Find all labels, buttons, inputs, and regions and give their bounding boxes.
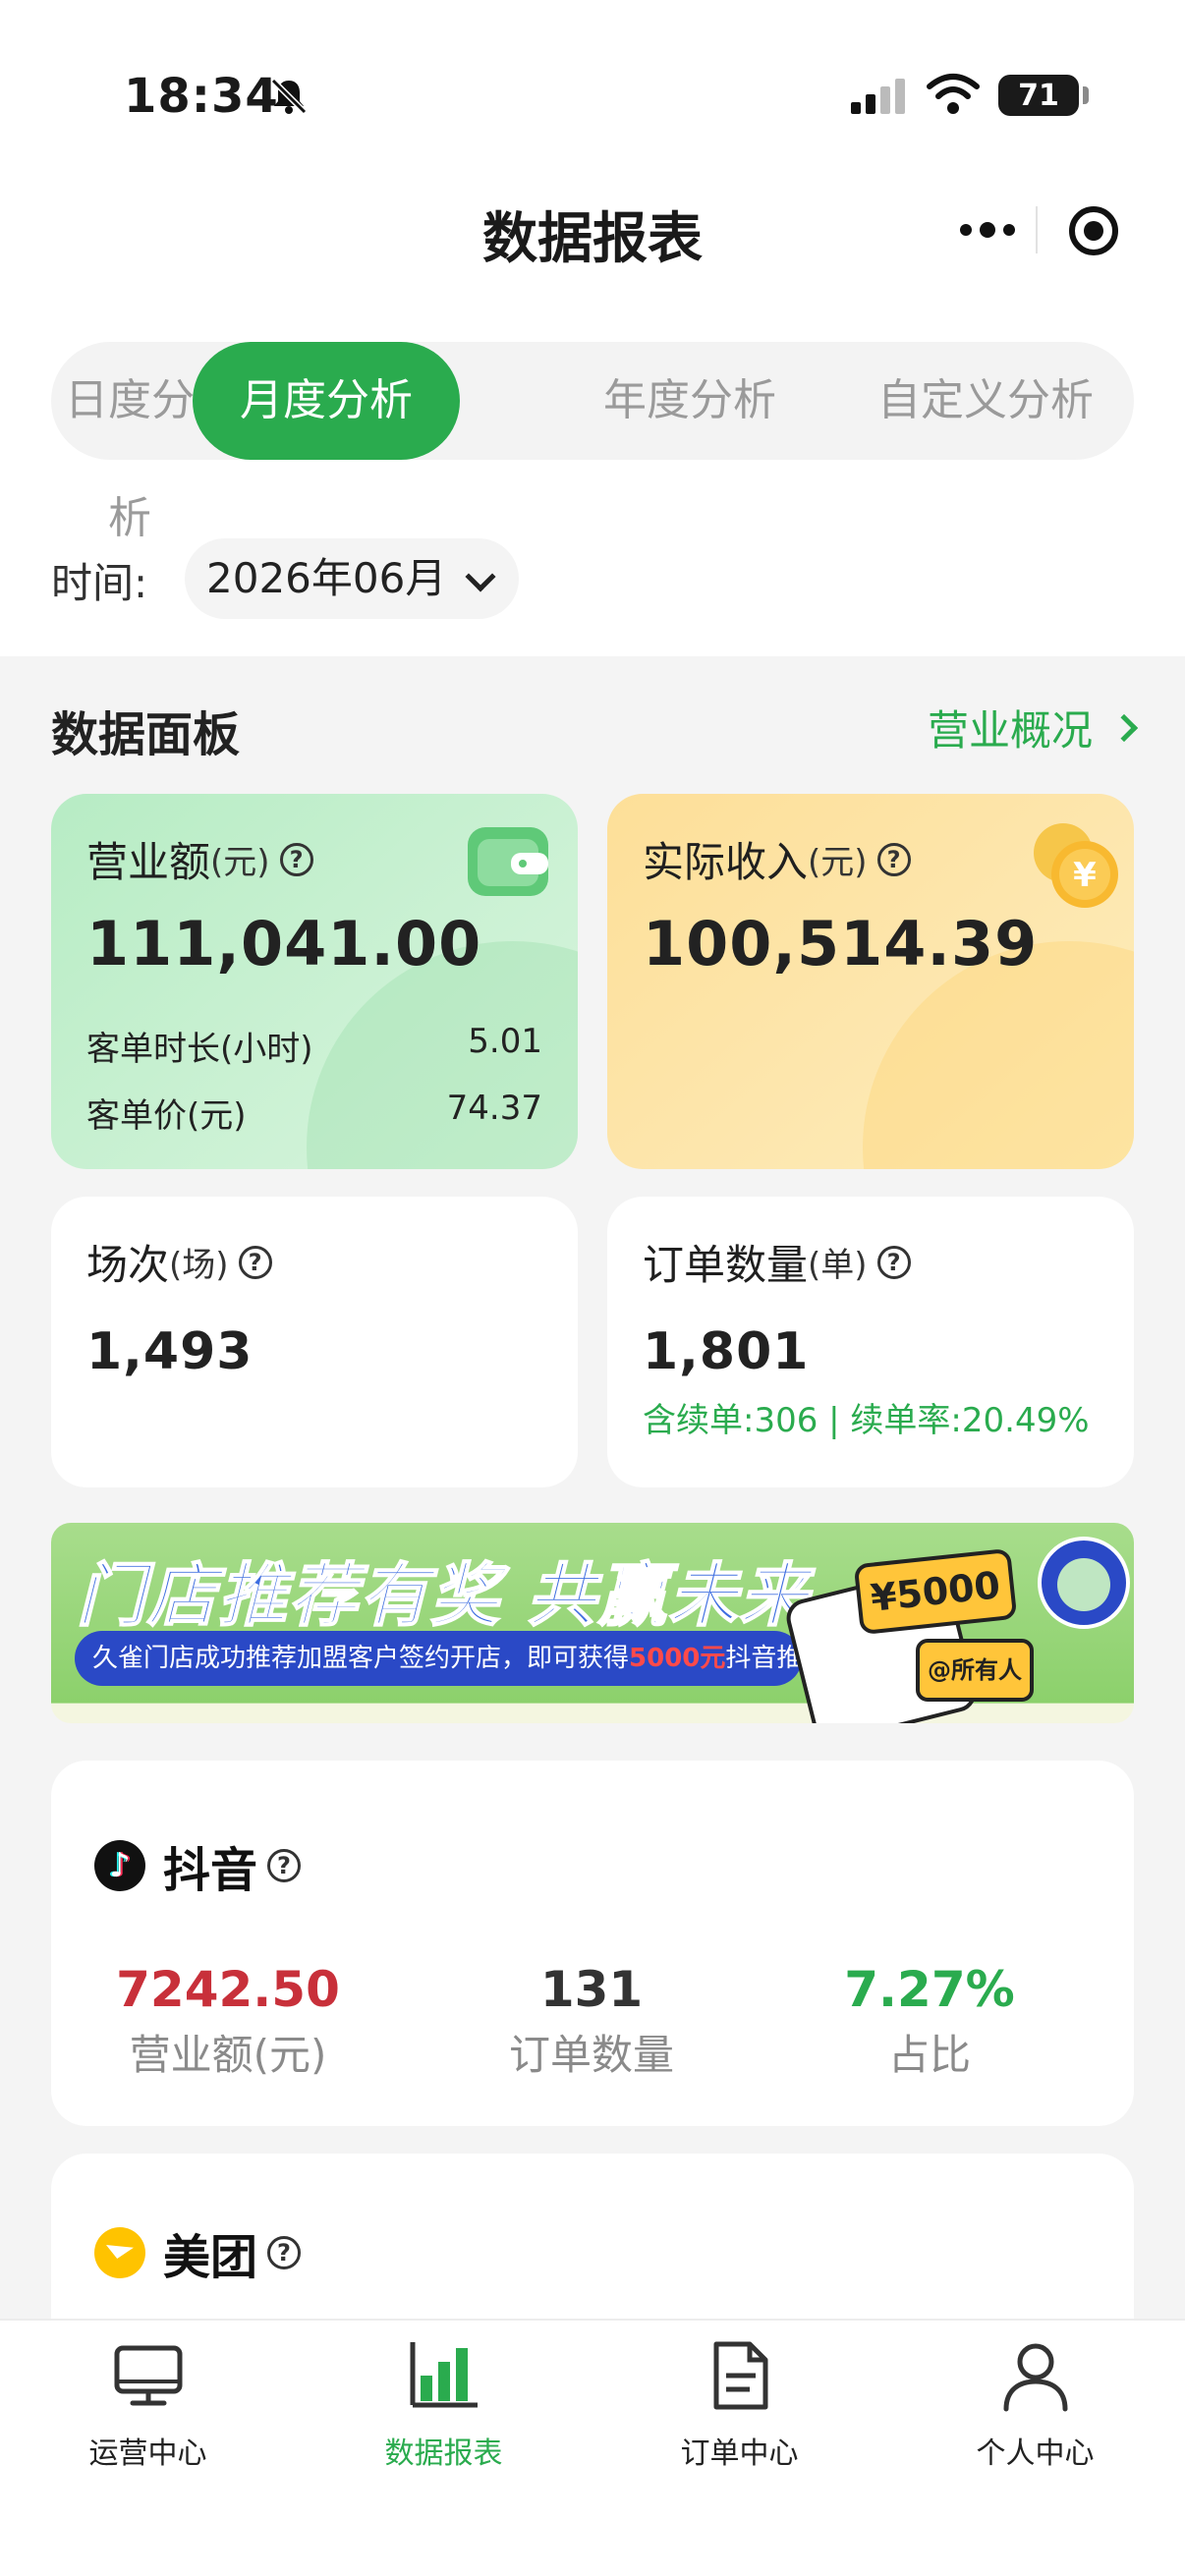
banner-title: 门店推荐有奖 共赢未来 xyxy=(76,1554,811,1637)
tabbar-item-orders[interactable]: 订单中心 xyxy=(592,2336,887,2472)
renewal-orders-info: 含续单:306 | 续单率:20.49% xyxy=(643,1401,1090,1440)
stat-label: 营业额(元) xyxy=(129,2031,327,2079)
stat-value: 7.27% xyxy=(844,1961,1015,2018)
close-target-icon[interactable] xyxy=(1069,206,1118,255)
chevron-down-icon xyxy=(465,561,496,592)
platform-name: 美团 xyxy=(163,2230,258,2285)
revenue-label: 营业额 (元)? xyxy=(86,829,313,889)
avg-duration-label: 客单时长(小时) xyxy=(86,1030,313,1069)
platform-name: 抖音 xyxy=(163,1843,258,1898)
stat-value: 7242.50 xyxy=(116,1961,340,2018)
douyin-platform-card: 抖音 ? 7242.50 营业额(元) 131 订单数量 7.27% 占比 xyxy=(51,1761,1134,2126)
tab-monthly[interactable]: 月度分析 xyxy=(193,342,460,460)
chevron-right-icon xyxy=(1109,713,1139,742)
orders-value: 1,801 xyxy=(643,1322,810,1381)
income-unit: (元) xyxy=(808,843,868,882)
douyin-logo-icon xyxy=(94,1840,145,1891)
time-label: 时间: xyxy=(51,559,148,607)
monitor-icon xyxy=(114,2345,182,2406)
douyin-revenue-stat: 7242.50 营业额(元) xyxy=(51,1961,405,2082)
tab-custom[interactable]: 自定义分析 xyxy=(857,342,1114,460)
battery-indicator: 71 xyxy=(998,75,1089,116)
orders-label: 订单数量 (单)? xyxy=(643,1232,911,1292)
section-title: 数据面板 xyxy=(51,707,241,762)
meituan-logo-icon xyxy=(94,2227,145,2278)
sessions-label: 场次 (场)? xyxy=(86,1232,272,1292)
sessions-unit: (场) xyxy=(169,1246,229,1285)
revenue-label-text: 营业额 xyxy=(86,838,211,886)
avg-duration-value: 5.01 xyxy=(468,1022,542,1061)
banner-description: 久雀门店成功推荐加盟客户签约开店，即可获得5000元抖音推广费! xyxy=(75,1631,864,1686)
tabbar-item-operations[interactable]: 运营中心 xyxy=(0,2336,296,2472)
income-label-text: 实际收入 xyxy=(643,838,809,886)
avg-price-value: 74.37 xyxy=(446,1089,542,1128)
platform-header: 抖音 ? xyxy=(94,1831,302,1900)
income-label: 实际收入 (元)? xyxy=(643,829,911,889)
capsule-divider xyxy=(1036,206,1038,253)
tab-daily[interactable]: 日度分析 xyxy=(51,342,208,543)
bottom-tab-bar: 运营中心 数据报表 订单中心 个人中心 xyxy=(0,2319,1185,2576)
tabbar-label: 运营中心 xyxy=(88,2436,207,2471)
tabbar-item-reports[interactable]: 数据报表 xyxy=(296,2336,592,2472)
revenue-value: 111,041.00 xyxy=(86,908,482,980)
document-icon xyxy=(713,2341,767,2410)
sessions-value: 1,493 xyxy=(86,1322,254,1381)
wallet-icon xyxy=(468,827,548,896)
cellular-signal-icon xyxy=(851,79,905,114)
yuan-coin-icon: ¥ xyxy=(1034,823,1118,908)
orders-label-text: 订单数量 xyxy=(643,1241,809,1289)
avg-price-label: 客单价(元) xyxy=(86,1096,247,1136)
sessions-card: 场次 (场)? 1,493 xyxy=(51,1197,578,1487)
help-icon[interactable]: ? xyxy=(876,842,911,876)
more-dots-icon[interactable] xyxy=(943,183,1032,277)
tabbar-label: 个人中心 xyxy=(976,2436,1095,2471)
month-selector[interactable]: 2026年06月 xyxy=(185,538,519,619)
month-value: 2026年06月 xyxy=(206,554,447,602)
overview-link-label: 营业概况 xyxy=(927,706,1093,755)
help-icon[interactable]: ? xyxy=(267,2236,302,2269)
tabbar-label: 数据报表 xyxy=(384,2436,503,2471)
income-value: 100,514.39 xyxy=(643,908,1039,980)
douyin-share-stat: 7.27% 占比 xyxy=(753,1961,1106,2082)
banner-text-before: 久雀门店成功推荐加盟客户签约开店，即可获得 xyxy=(92,1644,630,1673)
income-card: 实际收入 (元)? ¥ 100,514.39 xyxy=(607,794,1134,1169)
sessions-label-text: 场次 xyxy=(86,1241,170,1289)
user-icon xyxy=(1003,2343,1067,2412)
platform-header: 美团 ? xyxy=(94,2218,302,2287)
help-icon[interactable]: ? xyxy=(238,1245,272,1279)
mini-program-capsule xyxy=(914,183,1140,277)
orders-unit: (单) xyxy=(808,1246,868,1285)
bar-chart-icon xyxy=(410,2342,478,2408)
mute-bell-icon xyxy=(270,78,308,115)
revenue-unit: (元) xyxy=(210,843,270,882)
tabbar-item-profile[interactable]: 个人中心 xyxy=(887,2336,1183,2472)
banner-text-highlight: 5000元 xyxy=(629,1644,726,1673)
svg-text:¥: ¥ xyxy=(1073,856,1097,895)
help-icon[interactable]: ? xyxy=(876,1245,911,1279)
tab-yearly[interactable]: 年度分析 xyxy=(582,342,798,460)
status-time: 18:34 xyxy=(124,69,279,124)
stat-label: 占比 xyxy=(887,2031,971,2079)
tabbar-label: 订单中心 xyxy=(680,2436,799,2471)
mascot-icon xyxy=(1038,1537,1130,1629)
help-icon[interactable]: ? xyxy=(279,842,313,876)
banner-mention-tag: @所有人 xyxy=(916,1639,1034,1702)
business-overview-link[interactable]: 营业概况 xyxy=(927,698,1139,757)
stat-value: 131 xyxy=(539,1961,644,2018)
stat-label: 订单数量 xyxy=(508,2031,674,2079)
orders-card: 订单数量 (单)? 1,801 含续单:306 | 续单率:20.49% xyxy=(607,1197,1134,1487)
wifi-icon xyxy=(927,74,980,114)
analysis-tabs: 日度分析 月度分析 年度分析 自定义分析 xyxy=(51,342,1134,543)
referral-promo-banner[interactable]: 门店推荐有奖 共赢未来 久雀门店成功推荐加盟客户签约开店，即可获得5000元抖音… xyxy=(51,1523,1134,1723)
revenue-card: 营业额 (元)? 111,041.00 客单时长(小时) 5.01 客单价(元) … xyxy=(51,794,578,1169)
help-icon[interactable]: ? xyxy=(267,1849,302,1882)
douyin-orders-stat: 131 订单数量 xyxy=(415,1961,768,2082)
